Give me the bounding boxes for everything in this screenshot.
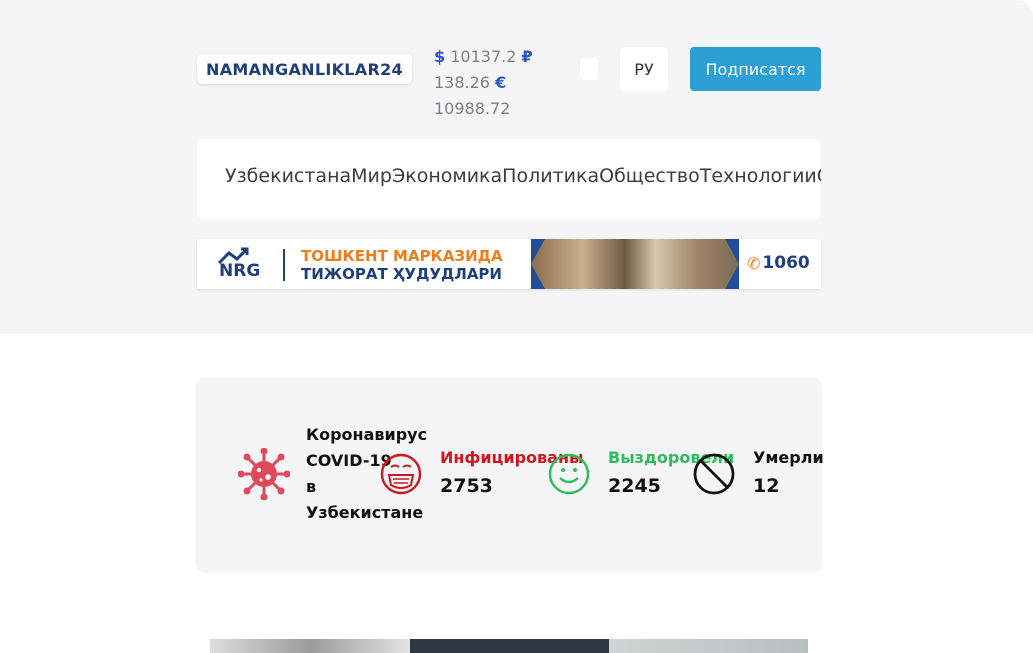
news-thumbnail[interactable] bbox=[410, 639, 609, 653]
rates-toggle[interactable] bbox=[580, 58, 598, 80]
ruble-symbol: ₽ bbox=[521, 47, 533, 66]
nav-item[interactable]: Общество bbox=[599, 165, 700, 187]
rates-line-2: 138.26 € 10988.72 bbox=[434, 70, 584, 122]
news-thumbnail[interactable] bbox=[210, 639, 410, 653]
nav-items: Узбекистана Мир Экономика Политика Общество Т… bbox=[225, 165, 821, 187]
nav-item[interactable]: Политика bbox=[502, 165, 599, 187]
smiley-icon bbox=[548, 453, 590, 495]
news-thumbnail[interactable] bbox=[609, 639, 808, 653]
deaths-value: 12 bbox=[753, 475, 780, 497]
language-button[interactable]: РУ bbox=[620, 47, 668, 91]
virus-icon bbox=[238, 448, 290, 500]
main-nav: Узбекистана Мир Экономика Политика Общество Т… bbox=[197, 139, 821, 219]
banner-photo bbox=[531, 239, 739, 289]
banner-phone: ✆ 1060 bbox=[747, 253, 810, 273]
banner-brand: NRG bbox=[219, 261, 261, 281]
dollar-rate: 10137.2 bbox=[450, 47, 517, 66]
nav-item[interactable]: Экономика bbox=[392, 165, 502, 187]
nav-item[interactable]: Узбекистана bbox=[225, 165, 351, 187]
phone-icon: ✆ bbox=[747, 253, 761, 273]
dollar-symbol: $ bbox=[434, 47, 446, 66]
infected-value: 2753 bbox=[440, 475, 493, 497]
nav-item[interactable]: Спорт bbox=[817, 165, 821, 187]
nav-item[interactable]: Мир bbox=[351, 165, 392, 187]
site-logo[interactable]: NAMANGANLIKLAR24 bbox=[197, 54, 412, 84]
banner-chevron-right bbox=[725, 239, 739, 289]
banner-divider bbox=[283, 249, 285, 281]
prohibited-icon bbox=[693, 453, 735, 495]
euro-symbol: € bbox=[495, 73, 507, 92]
subscribe-button[interactable]: Подписатся bbox=[690, 47, 821, 91]
currency-rates: $ 10137.2 ₽ 138.26 € 10988.72 bbox=[434, 44, 584, 122]
rates-line-1: $ 10137.2 ₽ bbox=[434, 44, 584, 70]
banner-chevron-left bbox=[531, 239, 545, 289]
recovered-value: 2245 bbox=[608, 475, 661, 497]
nav-item[interactable]: Технологии bbox=[700, 165, 817, 187]
masked-face-icon bbox=[380, 453, 422, 495]
euro-rate: 10988.72 bbox=[434, 99, 511, 118]
covid-widget: Коронавирус COVID-19 в Узбекистане Инфиц… bbox=[196, 378, 824, 571]
banner-phone-number: 1060 bbox=[762, 253, 810, 273]
covid-title-line: Узбекистане bbox=[306, 503, 424, 522]
banner-headline: ТОШКЕНТ МАРКАЗИДА bbox=[301, 247, 503, 265]
covid-title-line: Коронавирус bbox=[306, 425, 428, 444]
deaths-label: Умерли bbox=[753, 448, 824, 467]
ruble-rate: 138.26 bbox=[434, 73, 490, 92]
banner-subheadline: ТИЖОРАТ ҲУДУДЛАРИ bbox=[301, 265, 502, 283]
ad-banner[interactable]: NRG ТОШКЕНТ МАРКАЗИДА ТИЖОРАТ ҲУДУДЛАРИ … bbox=[197, 239, 821, 289]
